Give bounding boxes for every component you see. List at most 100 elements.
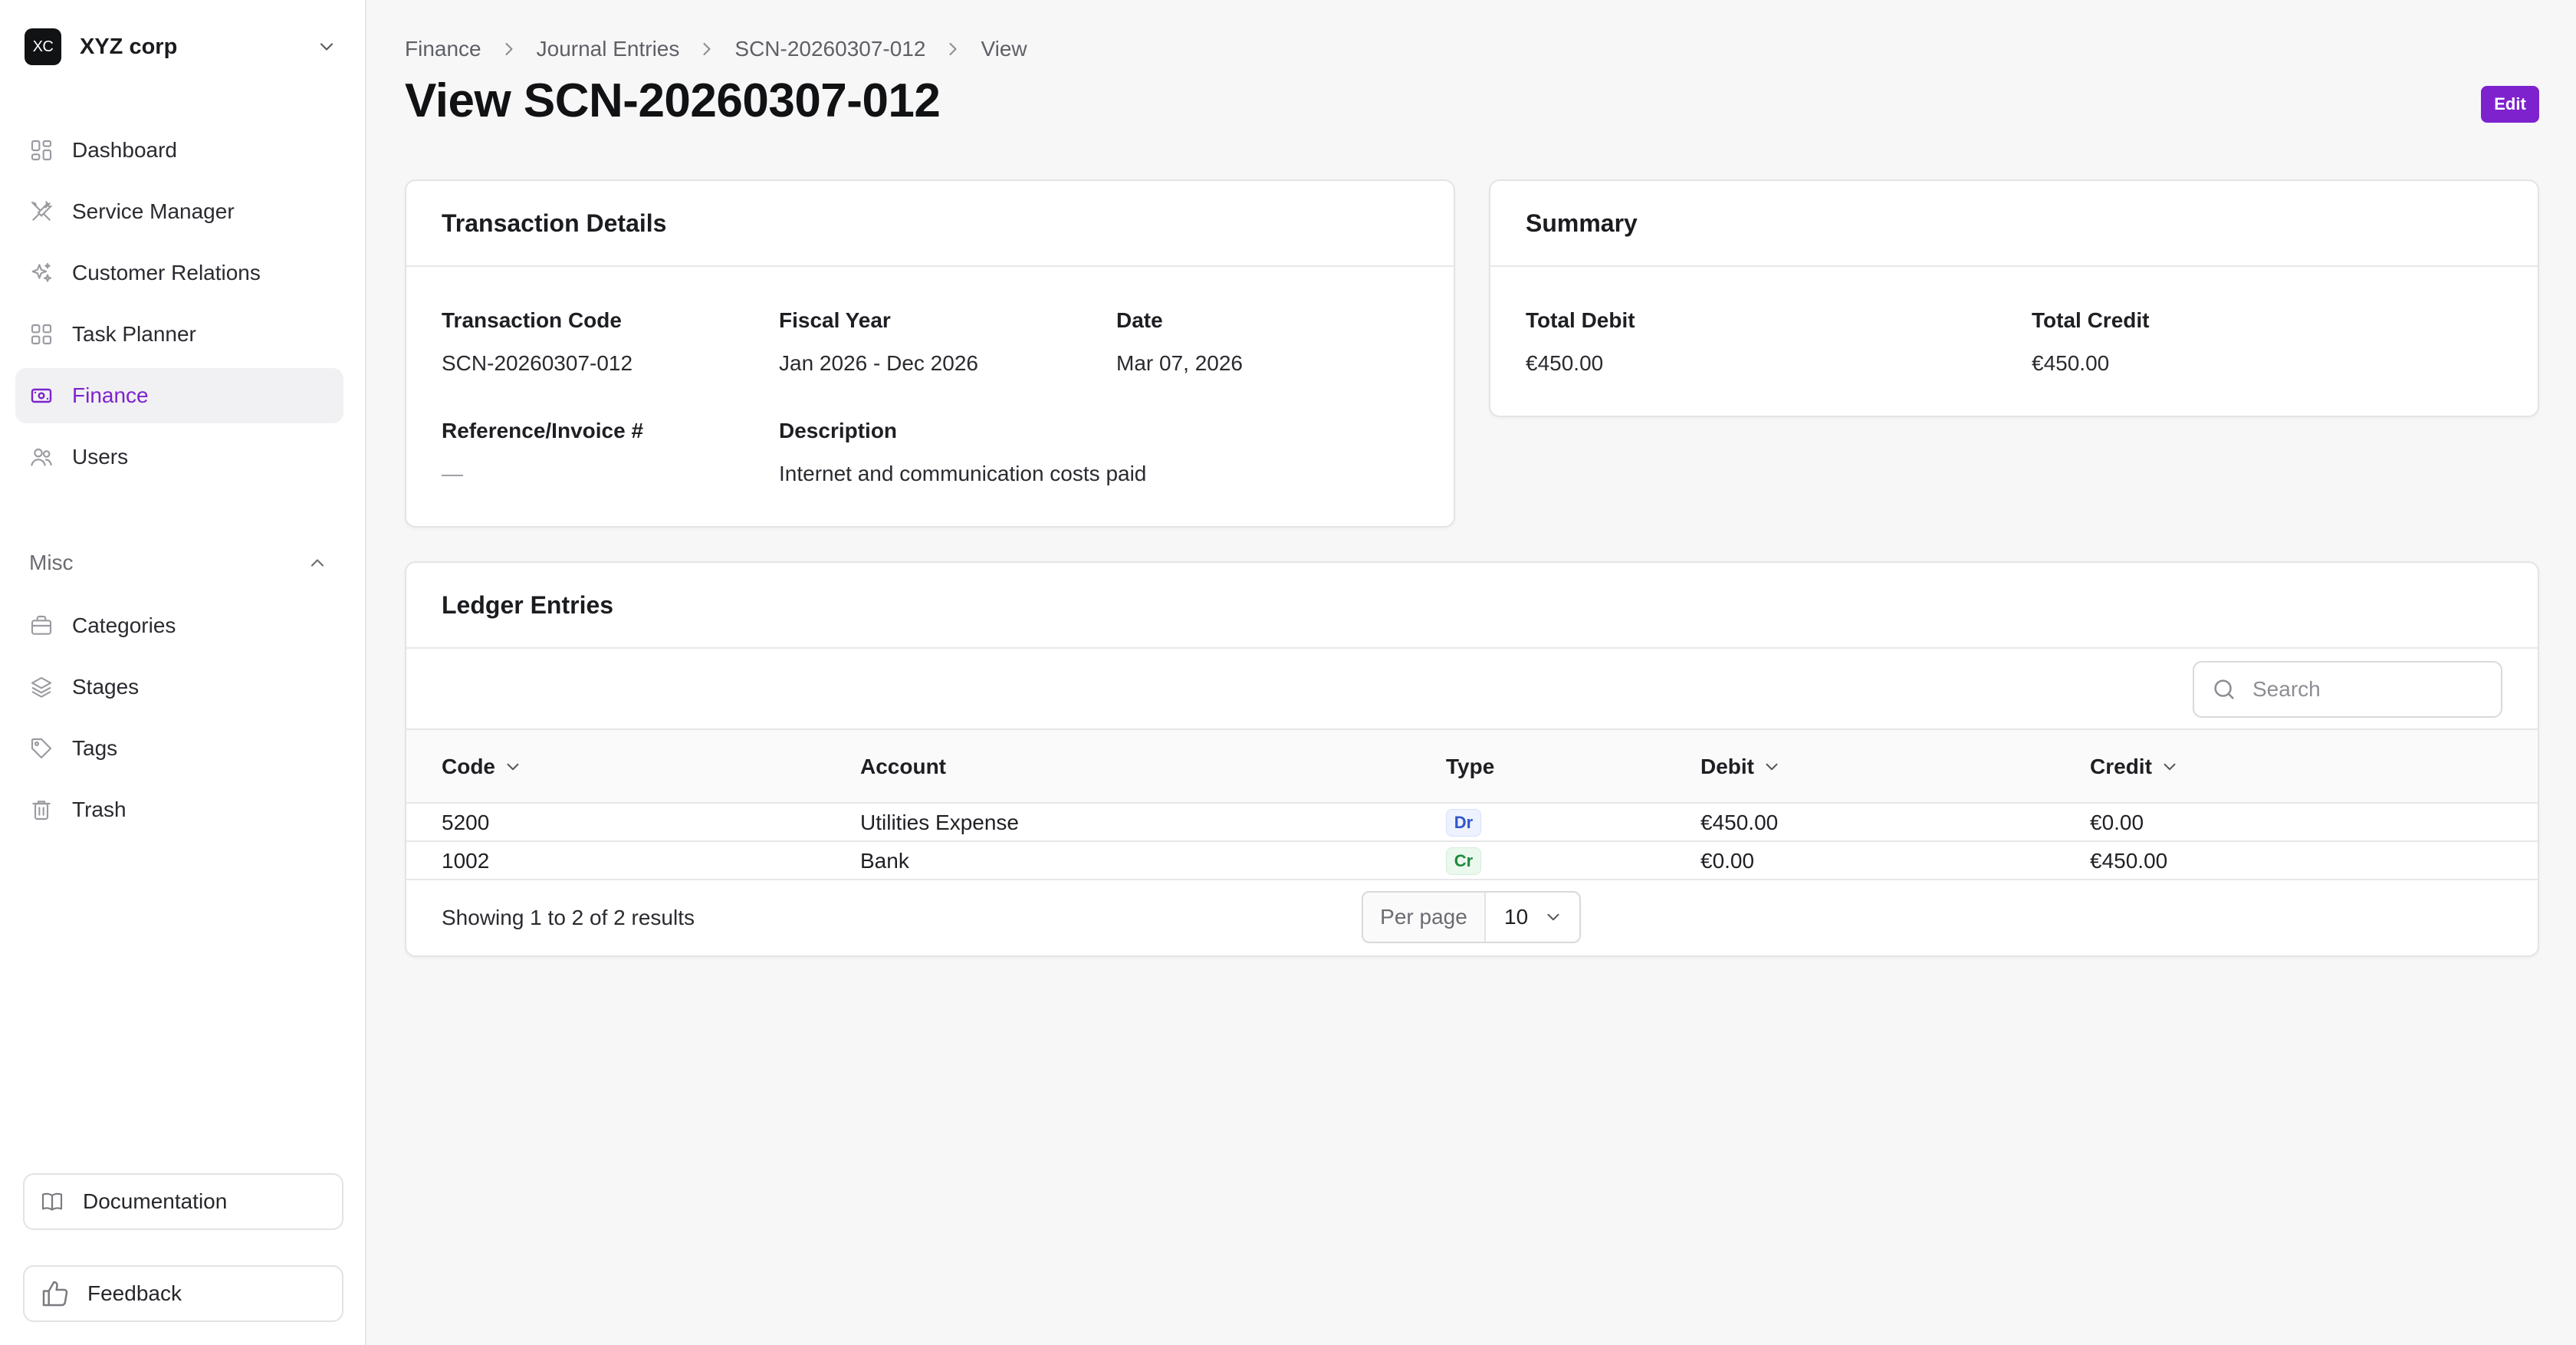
sidebar-item-dashboard[interactable]: Dashboard [15, 123, 343, 178]
transaction-details-title: Transaction Details [406, 181, 1454, 267]
per-page-control: Per page 10 [1362, 891, 1581, 943]
sidebar-item-users[interactable]: Users [15, 429, 343, 485]
cell-type: Dr [1446, 804, 1481, 842]
sidebar-item-stages[interactable]: Stages [15, 659, 343, 715]
reference-label: Reference/Invoice # [442, 419, 644, 442]
column-account: Account [860, 730, 946, 804]
main-nav: Dashboard Service Manager Customer Relat… [15, 123, 343, 491]
fiscal-year-label: Fiscal Year [779, 308, 891, 332]
tools-icon [31, 200, 53, 221]
debit-type-badge: Dr [1446, 809, 1481, 837]
ledger-entries-title: Ledger Entries [406, 563, 2538, 649]
sidebar-item-label: Tags [72, 736, 118, 760]
table-toolbar [406, 649, 2538, 730]
sidebar-item-label: Trash [72, 797, 127, 821]
breadcrumb-journal-entries[interactable]: Journal Entries [537, 37, 680, 61]
org-logo: XC [25, 28, 61, 65]
sidebar-item-customer-relations[interactable]: Customer Relations [15, 245, 343, 301]
transaction-details-card: Transaction Details Transaction Code SCN… [405, 179, 1455, 528]
feedback-button[interactable]: Feedback [23, 1265, 343, 1322]
main-content: Finance Journal Entries SCN-20260307-012… [366, 0, 2576, 1345]
column-credit[interactable]: Credit [2090, 730, 2180, 804]
thumbs-up-icon [42, 1281, 68, 1307]
org-switcher[interactable]: XC XYZ corp [25, 28, 340, 66]
per-page-select[interactable]: 10 [1486, 893, 1579, 942]
sidebar-item-trash[interactable]: Trash [15, 782, 343, 837]
sort-chevron-icon [2164, 763, 2176, 771]
sidebar-item-label: Categories [72, 613, 176, 637]
breadcrumb-entry[interactable]: SCN-20260307-012 [734, 37, 925, 61]
column-type-label: Type [1446, 755, 1495, 778]
per-page-value: 10 [1504, 905, 1529, 929]
summary-card: Summary Total Debit €450.00 Total Credit… [1489, 179, 2539, 417]
per-page-label: Per page [1363, 893, 1486, 942]
misc-section-toggle[interactable]: Misc [29, 541, 328, 584]
cell-credit: €450.00 [2090, 849, 2168, 873]
table-row[interactable]: 5200 Utilities Expense Dr €450.00 €0.00 [406, 804, 2538, 842]
search-box[interactable] [2193, 661, 2502, 718]
sidebar-item-label: Customer Relations [72, 261, 261, 284]
table-footer: Showing 1 to 2 of 2 results Per page 10 [406, 880, 2538, 955]
summary-title: Summary [1490, 181, 2538, 267]
transaction-code-label: Transaction Code [442, 308, 622, 332]
total-debit-value: €450.00 [1526, 351, 1604, 375]
search-input[interactable] [2252, 677, 2482, 702]
sidebar-item-label: Users [72, 445, 129, 469]
column-account-label: Account [860, 755, 946, 778]
column-code-label: Code [442, 755, 495, 778]
grid-icon [31, 324, 52, 345]
documentation-button[interactable]: Documentation [23, 1173, 343, 1230]
chevron-up-icon [310, 559, 324, 567]
sidebar: XC XYZ corp Dashboard Service Manager Cu… [0, 0, 366, 1345]
briefcase-icon [31, 615, 52, 635]
table-header: Code Account Type Debit Credit [406, 730, 2538, 804]
cell-code: 1002 [442, 849, 490, 873]
sidebar-item-tags[interactable]: Tags [15, 721, 343, 776]
chevron-right-icon [703, 42, 711, 56]
sidebar-item-label: Task Planner [72, 322, 196, 346]
breadcrumb: Finance Journal Entries SCN-20260307-012… [405, 34, 1027, 64]
chevron-down-icon [320, 43, 334, 51]
column-code[interactable]: Code [442, 730, 523, 804]
misc-section-label: Misc [29, 551, 74, 574]
cell-debit: €450.00 [1700, 811, 1779, 834]
edit-button[interactable]: Edit [2481, 86, 2539, 123]
sidebar-item-task-planner[interactable]: Task Planner [15, 307, 343, 362]
chevron-down-icon [1547, 913, 1559, 921]
cell-type: Cr [1446, 842, 1481, 880]
chevron-right-icon [505, 42, 513, 56]
date-value: Mar 07, 2026 [1116, 351, 1243, 375]
sidebar-item-categories[interactable]: Categories [15, 598, 343, 653]
column-debit-label: Debit [1700, 755, 1754, 778]
misc-nav: Categories Stages Tags Trash [15, 598, 343, 844]
sidebar-item-finance[interactable]: Finance [15, 368, 343, 423]
cell-debit: €0.00 [1700, 849, 1755, 873]
layers-icon [31, 676, 52, 698]
sidebar-item-label: Finance [72, 383, 149, 407]
tag-icon [31, 738, 52, 759]
cell-credit: €0.00 [2090, 811, 2144, 834]
column-credit-label: Credit [2090, 755, 2152, 778]
page-title: View SCN-20260307-012 [405, 74, 941, 127]
total-debit-label: Total Debit [1526, 308, 1635, 332]
breadcrumb-current: View [981, 37, 1027, 61]
table-row[interactable]: 1002 Bank Cr €0.00 €450.00 [406, 842, 2538, 880]
breadcrumb-finance[interactable]: Finance [405, 37, 481, 61]
sidebar-item-label: Stages [72, 675, 140, 699]
sort-chevron-icon [1766, 763, 1778, 771]
banknote-icon [31, 388, 52, 403]
column-debit[interactable]: Debit [1700, 730, 1782, 804]
fiscal-year-value: Jan 2026 - Dec 2026 [779, 351, 978, 375]
column-type: Type [1446, 730, 1494, 804]
search-icon [2214, 679, 2234, 699]
cell-account: Bank [860, 849, 909, 873]
date-label: Date [1116, 308, 1163, 332]
sidebar-item-service-manager[interactable]: Service Manager [15, 184, 343, 239]
users-icon [31, 448, 52, 466]
documentation-label: Documentation [83, 1189, 228, 1213]
chevron-right-icon [949, 42, 958, 56]
sort-chevron-icon [507, 763, 519, 771]
org-name: XYZ corp [80, 34, 178, 59]
total-credit-value: €450.00 [2032, 351, 2110, 375]
results-count: Showing 1 to 2 of 2 results [442, 906, 695, 929]
